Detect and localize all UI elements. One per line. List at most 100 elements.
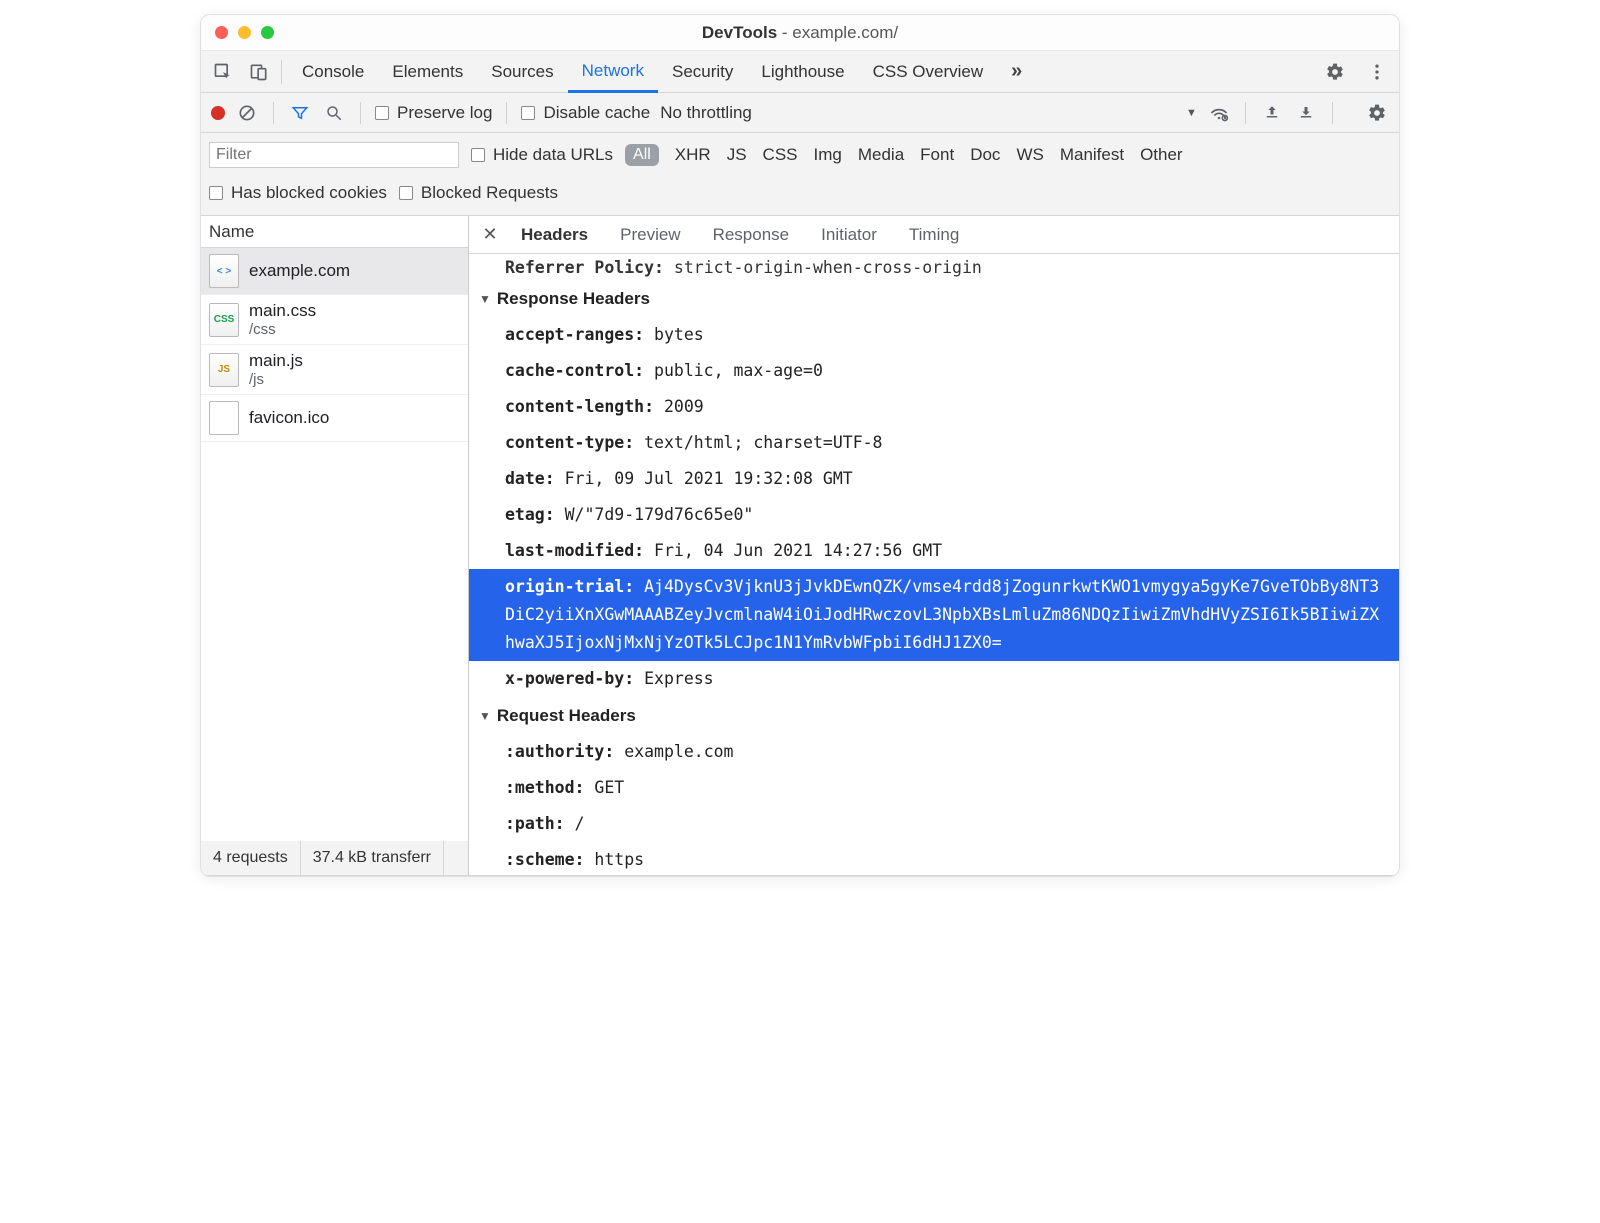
caret-down-icon[interactable]: ▼ xyxy=(1186,107,1197,119)
filter-type-doc[interactable]: Doc xyxy=(970,145,1000,165)
triangle-down-icon: ▼ xyxy=(479,709,491,723)
window-title: DevTools - example.com/ xyxy=(215,23,1385,43)
status-requests: 4 requests xyxy=(201,841,301,875)
network-content: Name < >example.comCSSmain.css/css JS main… xyxy=(201,216,1399,876)
header-key: :path: xyxy=(505,814,575,833)
header-row[interactable]: :method: GET xyxy=(469,770,1399,806)
blocked-requests-checkbox[interactable]: Blocked Requests xyxy=(399,183,558,203)
close-window-icon[interactable] xyxy=(215,26,228,39)
preserve-log-checkbox[interactable]: Preserve log xyxy=(375,103,492,123)
window-title-url: example.com/ xyxy=(792,23,898,42)
network-conditions-icon[interactable] xyxy=(1207,101,1231,125)
header-row[interactable]: date: Fri, 09 Jul 2021 19:32:08 GMT xyxy=(469,461,1399,497)
inspect-element-icon[interactable] xyxy=(211,60,235,84)
maximize-window-icon[interactable] xyxy=(261,26,274,39)
filter-type-manifest[interactable]: Manifest xyxy=(1060,145,1124,165)
filter-type-media[interactable]: Media xyxy=(858,145,904,165)
minimize-window-icon[interactable] xyxy=(238,26,251,39)
request-row[interactable]: < >example.com xyxy=(201,248,468,295)
header-row[interactable]: content-length: 2009 xyxy=(469,389,1399,425)
upload-har-icon[interactable] xyxy=(1260,101,1284,125)
filter-bar: Hide data URLs All XHR JS CSS Img Media Font Do… xyxy=(201,133,1399,216)
request-row[interactable]: favicon.ico xyxy=(201,395,468,442)
header-value: strict-origin-when-cross-origin xyxy=(674,258,982,277)
request-list-pane: Name < >example.comCSSmain.css/css JS main… xyxy=(201,216,469,875)
subtab-preview[interactable]: Preview xyxy=(604,216,696,254)
window-controls xyxy=(215,26,274,39)
filter-input[interactable] xyxy=(209,142,459,168)
search-icon[interactable] xyxy=(322,101,346,125)
network-settings-icon[interactable] xyxy=(1365,101,1389,125)
devtools-window: DevTools - example.com/ ConsoleElementsS… xyxy=(200,14,1400,877)
kebab-menu-icon[interactable] xyxy=(1365,60,1389,84)
header-value: Express xyxy=(644,669,714,688)
details-pane: ✕ HeadersPreviewResponseInitiatorTiming … xyxy=(469,216,1399,875)
request-name: example.com xyxy=(249,261,350,281)
clear-icon[interactable] xyxy=(235,101,259,125)
header-row: Referrer Policy: strict-origin-when-cros… xyxy=(469,254,1399,281)
filter-type-ws[interactable]: WS xyxy=(1016,145,1043,165)
filter-type-other[interactable]: Other xyxy=(1140,145,1183,165)
record-icon[interactable] xyxy=(211,106,225,120)
settings-icon[interactable] xyxy=(1323,60,1347,84)
filter-type-js[interactable]: JS xyxy=(727,145,747,165)
filter-type-xhr[interactable]: XHR xyxy=(675,145,711,165)
subtab-response[interactable]: Response xyxy=(697,216,806,254)
header-row[interactable]: :scheme: https xyxy=(469,842,1399,875)
tab-console[interactable]: Console xyxy=(288,51,378,93)
header-value: https xyxy=(594,850,644,869)
chevron-double-right-icon: » xyxy=(1011,60,1022,83)
subtab-initiator[interactable]: Initiator xyxy=(805,216,893,254)
more-tabs-button[interactable]: » xyxy=(997,51,1036,93)
close-details-icon[interactable]: ✕ xyxy=(475,224,505,245)
filter-type-img[interactable]: Img xyxy=(814,145,842,165)
header-row[interactable]: :path: / xyxy=(469,806,1399,842)
hide-data-urls-checkbox[interactable]: Hide data URLs xyxy=(471,145,613,165)
filter-type-font[interactable]: Font xyxy=(920,145,954,165)
tab-css-overview[interactable]: CSS Overview xyxy=(859,51,998,93)
name-column-header[interactable]: Name xyxy=(201,216,468,248)
tab-elements[interactable]: Elements xyxy=(378,51,477,93)
filter-icon[interactable] xyxy=(288,101,312,125)
tab-lighthouse[interactable]: Lighthouse xyxy=(747,51,858,93)
device-toolbar-icon[interactable] xyxy=(247,60,271,84)
disable-cache-checkbox[interactable]: Disable cache xyxy=(521,103,650,123)
response-headers-section[interactable]: ▼ Response Headers xyxy=(469,281,1399,317)
has-blocked-cookies-label: Has blocked cookies xyxy=(231,183,387,203)
blank-file-icon xyxy=(209,401,239,435)
header-row[interactable]: accept-ranges: bytes xyxy=(469,317,1399,353)
hide-data-urls-label: Hide data URLs xyxy=(493,145,613,165)
triangle-down-icon: ▼ xyxy=(479,292,491,306)
header-row[interactable]: etag: W/"7d9-179d76c65e0" xyxy=(469,497,1399,533)
subtab-headers[interactable]: Headers xyxy=(505,216,604,254)
preserve-log-label: Preserve log xyxy=(397,103,492,123)
header-key: :scheme: xyxy=(505,850,594,869)
header-row[interactable]: x-powered-by: Express xyxy=(469,661,1399,697)
throttling-select[interactable]: No throttling xyxy=(660,103,758,123)
headers-body[interactable]: Referrer Policy: strict-origin-when-cros… xyxy=(469,254,1399,875)
has-blocked-cookies-checkbox[interactable]: Has blocked cookies xyxy=(209,183,387,203)
tab-sources[interactable]: Sources xyxy=(477,51,567,93)
header-key: date: xyxy=(505,469,565,488)
header-row[interactable]: origin-trial: Aj4DysCv3VjknU3jJvkDEwnQZK… xyxy=(469,569,1399,661)
header-value: / xyxy=(575,814,585,833)
request-headers-title: Request Headers xyxy=(497,706,636,726)
request-name: main.js xyxy=(249,351,303,371)
download-har-icon[interactable] xyxy=(1294,101,1318,125)
header-row[interactable]: :authority: example.com xyxy=(469,734,1399,770)
request-row[interactable]: JSmain.js/js xyxy=(201,345,468,395)
tab-security[interactable]: Security xyxy=(658,51,747,93)
filter-type-all[interactable]: All xyxy=(625,144,659,166)
header-row[interactable]: cache-control: public, max-age=0 xyxy=(469,353,1399,389)
request-headers-section[interactable]: ▼ Request Headers xyxy=(469,698,1399,734)
filter-type-css[interactable]: CSS xyxy=(763,145,798,165)
window-title-app: DevTools xyxy=(702,23,777,42)
js-file-icon: JS xyxy=(209,353,239,387)
request-row[interactable]: CSSmain.css/css xyxy=(201,295,468,345)
tab-network[interactable]: Network xyxy=(568,51,658,93)
header-row[interactable]: content-type: text/html; charset=UTF-8 xyxy=(469,425,1399,461)
header-row[interactable]: last-modified: Fri, 04 Jun 2021 14:27:56… xyxy=(469,533,1399,569)
css-file-icon: CSS xyxy=(209,303,239,337)
header-value: example.com xyxy=(624,742,733,761)
subtab-timing[interactable]: Timing xyxy=(893,216,975,254)
